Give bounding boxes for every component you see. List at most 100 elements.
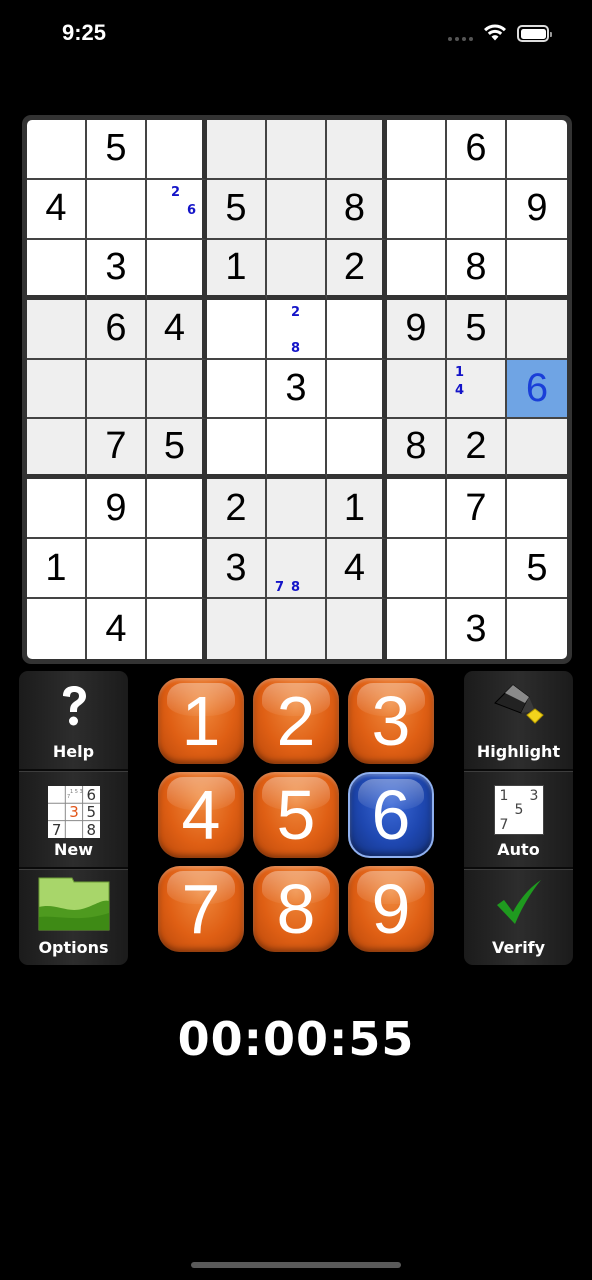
sudoku-cell[interactable]: 26: [147, 179, 207, 240]
sudoku-cell[interactable]: [387, 120, 447, 180]
sudoku-cell[interactable]: [147, 120, 207, 180]
sudoku-cell[interactable]: 7: [87, 419, 147, 480]
highlight-button[interactable]: Highlight: [464, 671, 573, 769]
sudoku-cell[interactable]: [507, 299, 567, 360]
sudoku-cell[interactable]: 5: [87, 120, 147, 180]
sudoku-cell[interactable]: 1: [27, 539, 87, 600]
sudoku-cell[interactable]: 14: [447, 359, 507, 420]
sudoku-cell[interactable]: [27, 359, 87, 420]
options-button[interactable]: Options: [19, 867, 128, 965]
sudoku-cell[interactable]: 78: [267, 539, 327, 600]
sudoku-cell[interactable]: 1: [207, 239, 267, 300]
sudoku-cell[interactable]: [327, 419, 387, 480]
sudoku-cell[interactable]: [207, 419, 267, 480]
sudoku-cell[interactable]: [147, 539, 207, 600]
sudoku-cell[interactable]: [387, 539, 447, 600]
sudoku-cell[interactable]: 6: [447, 120, 507, 180]
sudoku-cell[interactable]: 4: [327, 539, 387, 600]
sudoku-cell[interactable]: [507, 419, 567, 480]
sudoku-cell[interactable]: 5: [507, 539, 567, 600]
sudoku-cell[interactable]: 2: [207, 479, 267, 540]
cell-value: 3: [465, 607, 487, 650]
sudoku-cell[interactable]: [387, 599, 447, 659]
sudoku-cell[interactable]: [507, 120, 567, 180]
sudoku-cell[interactable]: [27, 419, 87, 480]
sudoku-cell[interactable]: [327, 359, 387, 420]
sudoku-cell[interactable]: 3: [267, 359, 327, 420]
sudoku-cell[interactable]: 6: [87, 299, 147, 360]
sudoku-cell[interactable]: 9: [87, 479, 147, 540]
sudoku-cell[interactable]: 3: [87, 239, 147, 300]
sudoku-cell[interactable]: 4: [147, 299, 207, 360]
new-game-button[interactable]: 1 5 3 7 6 3 5 7 8 New: [19, 769, 128, 867]
sudoku-cell[interactable]: 9: [507, 179, 567, 240]
sudoku-cell[interactable]: [27, 599, 87, 659]
sudoku-cell[interactable]: [387, 359, 447, 420]
sudoku-cell[interactable]: [27, 120, 87, 180]
sudoku-cell[interactable]: [147, 599, 207, 659]
sudoku-cell[interactable]: 3: [207, 539, 267, 600]
sudoku-cell[interactable]: [147, 479, 207, 540]
number-key-3[interactable]: 3: [348, 678, 434, 764]
sudoku-cell[interactable]: [267, 179, 327, 240]
number-key-7[interactable]: 7: [158, 866, 244, 952]
sudoku-cell[interactable]: [207, 359, 267, 420]
sudoku-cell[interactable]: 28: [267, 299, 327, 360]
sudoku-cell[interactable]: [27, 299, 87, 360]
sudoku-cell[interactable]: [327, 299, 387, 360]
selected-cell[interactable]: 6: [507, 359, 567, 420]
sudoku-cell[interactable]: [507, 479, 567, 540]
sudoku-cell[interactable]: 8: [387, 419, 447, 480]
number-key-2[interactable]: 2: [253, 678, 339, 764]
sudoku-cell[interactable]: 8: [327, 179, 387, 240]
wifi-icon: [484, 24, 506, 41]
number-key-1[interactable]: 1: [158, 678, 244, 764]
sudoku-cell[interactable]: 5: [447, 299, 507, 360]
sudoku-cell[interactable]: 5: [147, 419, 207, 480]
sudoku-cell[interactable]: [27, 239, 87, 300]
number-key-4[interactable]: 4: [158, 772, 244, 858]
sudoku-cell[interactable]: 2: [447, 419, 507, 480]
sudoku-cell[interactable]: 4: [27, 179, 87, 240]
sudoku-cell[interactable]: [327, 120, 387, 180]
sudoku-cell[interactable]: [327, 599, 387, 659]
number-key-5[interactable]: 5: [253, 772, 339, 858]
verify-button[interactable]: Verify: [464, 867, 573, 965]
sudoku-cell[interactable]: 1: [327, 479, 387, 540]
sudoku-cell[interactable]: [147, 239, 207, 300]
sudoku-cell[interactable]: 9: [387, 299, 447, 360]
number-key-6[interactable]: 6: [348, 772, 434, 858]
sudoku-cell[interactable]: [387, 239, 447, 300]
sudoku-cell[interactable]: 7: [447, 479, 507, 540]
sudoku-cell[interactable]: 2: [327, 239, 387, 300]
sudoku-cell[interactable]: [387, 179, 447, 240]
sudoku-cell[interactable]: [267, 239, 327, 300]
sudoku-cell[interactable]: 3: [447, 599, 507, 659]
sudoku-cell[interactable]: [267, 120, 327, 180]
sudoku-cell[interactable]: [207, 120, 267, 180]
sudoku-cell[interactable]: [207, 599, 267, 659]
question-mark-icon: [62, 686, 86, 726]
sudoku-cell[interactable]: [27, 479, 87, 540]
sudoku-cell[interactable]: [87, 359, 147, 420]
sudoku-cell[interactable]: [267, 599, 327, 659]
sudoku-cell[interactable]: 4: [87, 599, 147, 659]
sudoku-cell[interactable]: [387, 479, 447, 540]
sudoku-cell[interactable]: [447, 539, 507, 600]
sudoku-cell[interactable]: [147, 359, 207, 420]
sudoku-cell[interactable]: [507, 599, 567, 659]
sudoku-cell[interactable]: [447, 179, 507, 240]
number-key-9[interactable]: 9: [348, 866, 434, 952]
auto-button[interactable]: 1 3 5 7 Auto: [464, 769, 573, 867]
number-key-8[interactable]: 8: [253, 866, 339, 952]
sudoku-cell[interactable]: 5: [207, 179, 267, 240]
sudoku-cell[interactable]: [267, 419, 327, 480]
help-button[interactable]: Help: [19, 671, 128, 769]
sudoku-cell[interactable]: [87, 539, 147, 600]
home-indicator[interactable]: [191, 1262, 401, 1268]
sudoku-cell[interactable]: 8: [447, 239, 507, 300]
sudoku-cell[interactable]: [87, 179, 147, 240]
sudoku-cell[interactable]: [207, 299, 267, 360]
sudoku-cell[interactable]: [507, 239, 567, 300]
sudoku-cell[interactable]: [267, 479, 327, 540]
